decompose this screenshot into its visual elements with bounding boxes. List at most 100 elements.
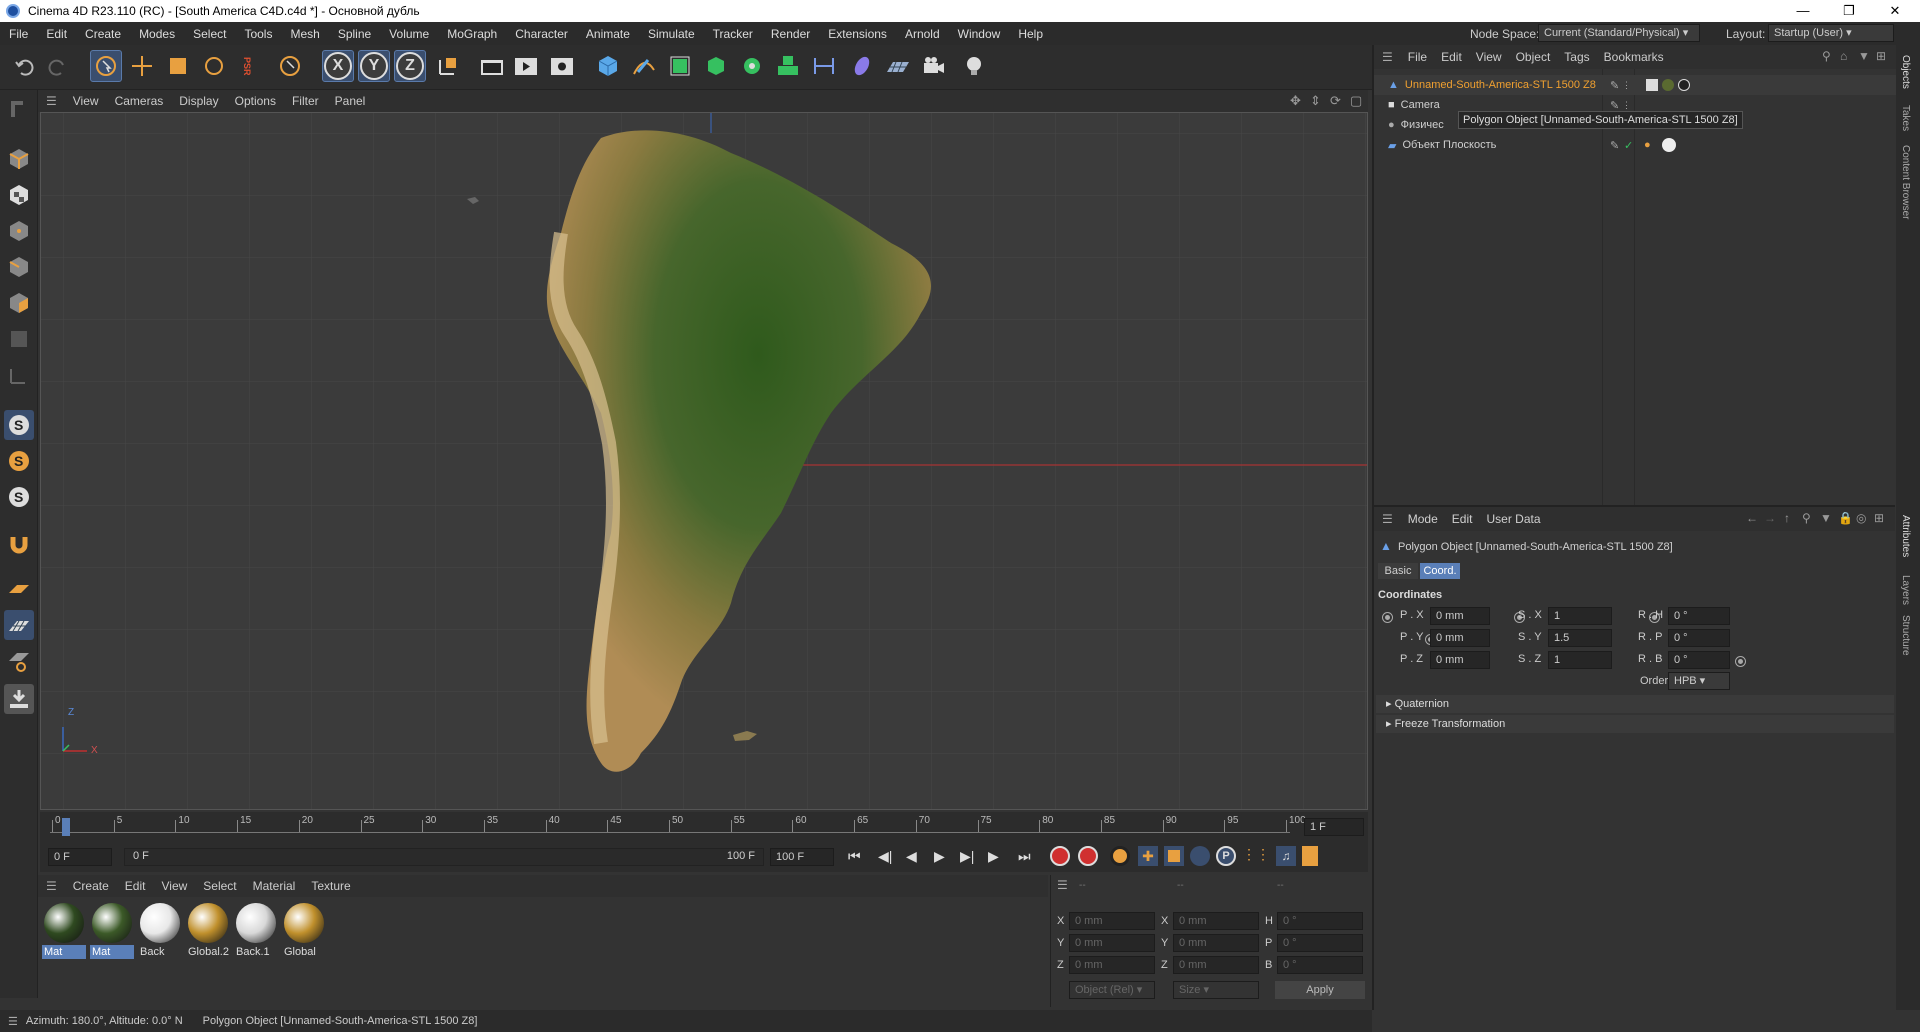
viewport-menu-filter[interactable]: Filter	[284, 94, 327, 108]
scale-tool-button[interactable]	[162, 50, 194, 82]
freeze-transformation-fold[interactable]: ▸ Freeze Transformation	[1376, 715, 1894, 733]
menu-modes[interactable]: Modes	[130, 27, 184, 41]
attribute-filter-icon[interactable]: ▼	[1820, 511, 1832, 525]
material-menu-select[interactable]: Select	[195, 879, 244, 893]
rot-b-field[interactable]: 0 °	[1668, 651, 1730, 669]
deformer-button[interactable]	[808, 50, 840, 82]
apply-button[interactable]: Apply	[1275, 981, 1365, 999]
tab-coord[interactable]: Coord.	[1420, 563, 1460, 579]
viewport-dolly-icon[interactable]: ⇕	[1310, 93, 1321, 109]
object-menu-edit[interactable]: Edit	[1434, 50, 1469, 64]
coord-size-y-field[interactable]: 0 mm	[1173, 934, 1259, 952]
side-tab-objects[interactable]: Objects	[1900, 55, 1911, 89]
object-filter-icon[interactable]: ▼	[1858, 49, 1870, 63]
object-menu-tags[interactable]: Tags	[1557, 50, 1596, 64]
attribute-add-icon[interactable]: ⊞	[1874, 511, 1884, 525]
material-tag-icon[interactable]	[1662, 79, 1674, 91]
locked-workplane-button[interactable]	[4, 646, 34, 676]
menu-simulate[interactable]: Simulate	[639, 27, 704, 41]
object-home-icon[interactable]: ⌂	[1840, 49, 1847, 63]
go-to-end-button[interactable]: ⏭	[1018, 848, 1031, 865]
status-hamburger-icon[interactable]: ☰	[0, 1015, 26, 1028]
menu-character[interactable]: Character	[506, 27, 577, 41]
uv-mode-button[interactable]	[4, 324, 34, 354]
coord-pos-x-field[interactable]: 0 mm	[1069, 912, 1155, 930]
coord-hamburger-icon[interactable]: ☰	[1057, 878, 1068, 892]
material-menu-edit[interactable]: Edit	[117, 879, 154, 893]
attribute-menu-user-data[interactable]: User Data	[1479, 512, 1547, 526]
camera-button[interactable]	[918, 50, 950, 82]
end-frame-field[interactable]: 100 F	[770, 848, 834, 866]
up-arrow-icon[interactable]: ↑	[1784, 511, 1790, 525]
tab-basic[interactable]: Basic	[1378, 563, 1418, 579]
order-select[interactable]: HPB ▾	[1668, 672, 1730, 690]
object-enabled-check-icon[interactable]: ✓	[1624, 139, 1633, 152]
material-swatch[interactable]: Global.2	[186, 901, 230, 959]
next-key-button[interactable]: ▶	[988, 848, 999, 865]
redo-button[interactable]	[42, 50, 74, 82]
attribute-hamburger-icon[interactable]: ☰	[1374, 512, 1401, 526]
menu-animate[interactable]: Animate	[577, 27, 639, 41]
object-edit-tag-icon[interactable]: ✎	[1610, 99, 1619, 112]
scale-y-field[interactable]: 1.5	[1548, 629, 1612, 647]
viewport-canvas[interactable]	[41, 113, 1368, 810]
object-edit-tag-icon[interactable]: ✎	[1610, 139, 1619, 152]
pos-y-field[interactable]: 0 mm	[1430, 629, 1490, 647]
coord-size-x-field[interactable]: 0 mm	[1173, 912, 1259, 930]
viewport-menu-cameras[interactable]: Cameras	[107, 94, 172, 108]
viewport-menu-view[interactable]: View	[65, 94, 107, 108]
move-tool-button[interactable]	[126, 50, 158, 82]
viewport-menu-options[interactable]: Options	[227, 94, 284, 108]
autokey-button[interactable]	[1078, 846, 1098, 866]
snap-settings-button[interactable]: S	[4, 446, 34, 476]
pos-x-field[interactable]: 0 mm	[1430, 607, 1490, 625]
attribute-menu-edit[interactable]: Edit	[1445, 512, 1480, 526]
side-tab-structure[interactable]: Structure	[1900, 615, 1911, 656]
key-rotation-icon[interactable]	[1190, 846, 1210, 866]
material-hamburger-icon[interactable]: ☰	[38, 879, 65, 893]
minimize-button[interactable]: —	[1780, 0, 1826, 22]
edges-mode-button[interactable]	[4, 252, 34, 282]
make-editable-button[interactable]	[4, 94, 34, 124]
render-settings-button[interactable]	[546, 50, 578, 82]
compositing-tag-icon[interactable]: ●	[1644, 139, 1651, 151]
material-tag-icon[interactable]	[1678, 79, 1690, 91]
node-space-select[interactable]: Current (Standard/Physical) ▾	[1538, 24, 1700, 42]
attribute-search-icon[interactable]: ⚲	[1802, 511, 1811, 525]
menu-tracker[interactable]: Tracker	[704, 27, 762, 41]
coordinate-system-button[interactable]	[432, 50, 464, 82]
attribute-target-icon[interactable]: ◎	[1856, 511, 1866, 525]
coord-pos-z-field[interactable]: 0 mm	[1069, 956, 1155, 974]
texture-mode-button[interactable]	[4, 180, 34, 210]
material-swatch[interactable]: Global	[282, 901, 326, 959]
material-swatch[interactable]: Mat	[42, 901, 86, 959]
timeline-playhead[interactable]	[62, 818, 70, 836]
material-menu-view[interactable]: View	[153, 879, 195, 893]
play-button[interactable]: ▶	[934, 848, 945, 865]
coord-rot-b-field[interactable]: 0 °	[1277, 956, 1363, 974]
menu-file[interactable]: File	[0, 27, 37, 41]
points-mode-button[interactable]	[4, 216, 34, 246]
mograph-button[interactable]	[772, 50, 804, 82]
maximize-button[interactable]: ❐	[1826, 0, 1872, 22]
coord-size-select[interactable]: Size ▾	[1173, 981, 1259, 999]
menu-window[interactable]: Window	[949, 27, 1010, 41]
key-pla-icon[interactable]: ⋮⋮	[1242, 846, 1270, 866]
coord-size-z-field[interactable]: 0 mm	[1173, 956, 1259, 974]
viewport-pan-icon[interactable]: ✥	[1290, 93, 1301, 109]
menu-render[interactable]: Render	[762, 27, 819, 41]
light-button[interactable]	[958, 50, 990, 82]
add-cube-button[interactable]	[592, 50, 624, 82]
workplane-grid-button[interactable]	[4, 610, 34, 640]
planar-workplane-button[interactable]	[4, 684, 34, 714]
rot-p-field[interactable]: 0 °	[1668, 629, 1730, 647]
go-to-start-button[interactable]: ⏮	[848, 848, 861, 865]
timeline-ruler[interactable]: 0 5 10 15 20 25 30 35 40 45 50 55 60 65 70 75 80 85 90 95 10…	[40, 812, 1368, 842]
scale-x-field[interactable]: 1	[1548, 607, 1612, 625]
object-edit-tag-icon[interactable]: ✎	[1610, 79, 1619, 92]
object-menu-bookmarks[interactable]: Bookmarks	[1597, 50, 1671, 64]
psr-button[interactable]: PSR	[232, 50, 262, 82]
close-button[interactable]: ✕	[1872, 0, 1918, 22]
rotate-tool-button[interactable]	[198, 50, 230, 82]
material-swatch[interactable]: Back.1	[234, 901, 278, 959]
